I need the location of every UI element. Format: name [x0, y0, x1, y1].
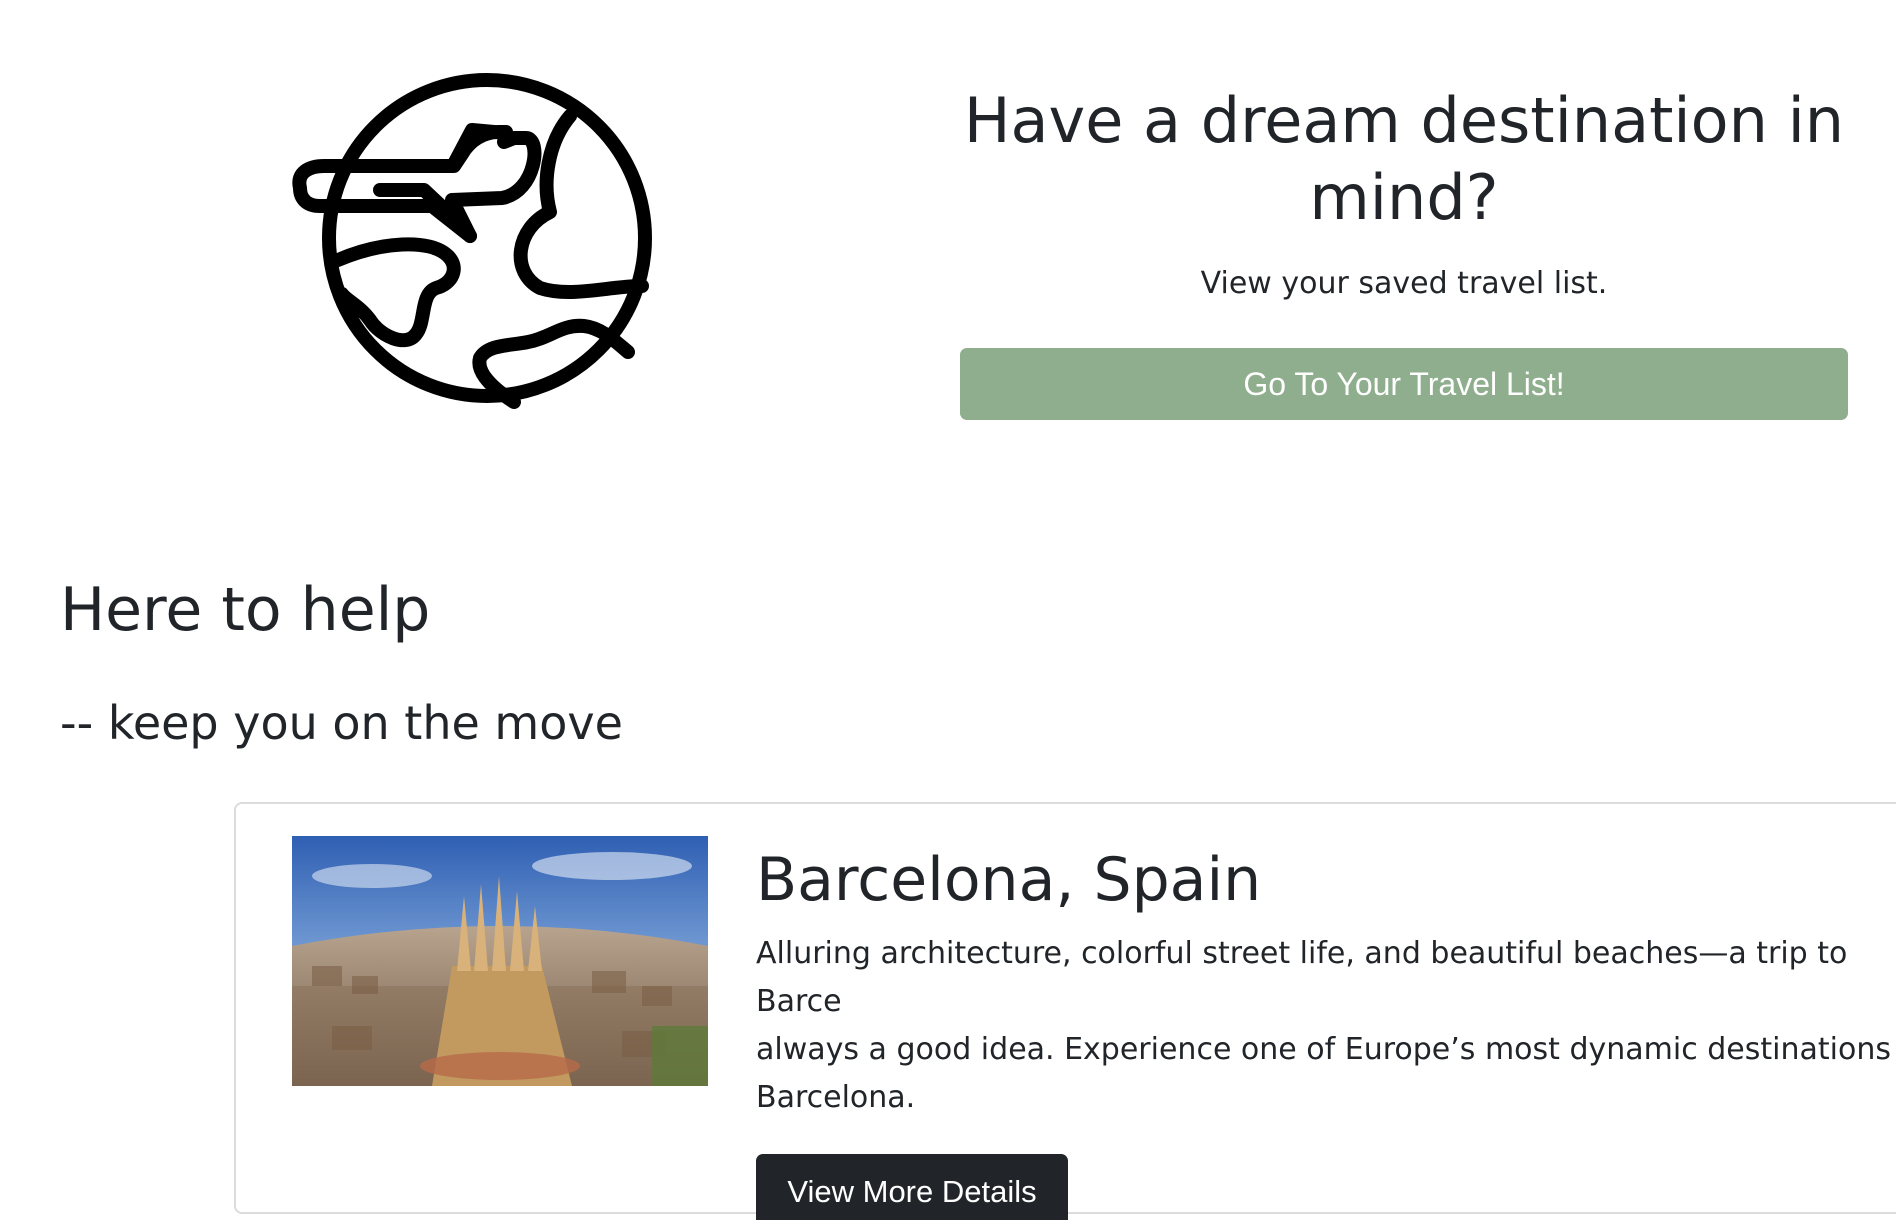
section-heading: Here to help: [60, 575, 431, 645]
destination-title: Barcelona, Spain: [756, 845, 1262, 915]
destination-body: Barcelona, Spain Alluring architecture, …: [756, 840, 1896, 1220]
continent-south: [472, 318, 635, 409]
hero-title: Have a dream destination in mind?: [963, 84, 1845, 234]
view-more-details-button[interactable]: View More Details: [756, 1154, 1068, 1220]
section-tagline: -- keep you on the move: [60, 696, 623, 750]
destination-photo: [292, 836, 708, 1086]
hero-section: Have a dream destination in mind? View y…: [960, 82, 1848, 420]
hero-subtitle: View your saved travel list.: [1200, 266, 1608, 301]
page: Have a dream destination in mind? View y…: [0, 0, 1896, 1220]
destination-card: Barcelona, Spain Alluring architecture, …: [234, 802, 1896, 1220]
go-to-travel-list-button[interactable]: Go To Your Travel List!: [960, 348, 1848, 420]
globe-airplane-icon: [292, 73, 652, 409]
destination-description: Alluring architecture, colorful street l…: [756, 936, 1891, 1115]
